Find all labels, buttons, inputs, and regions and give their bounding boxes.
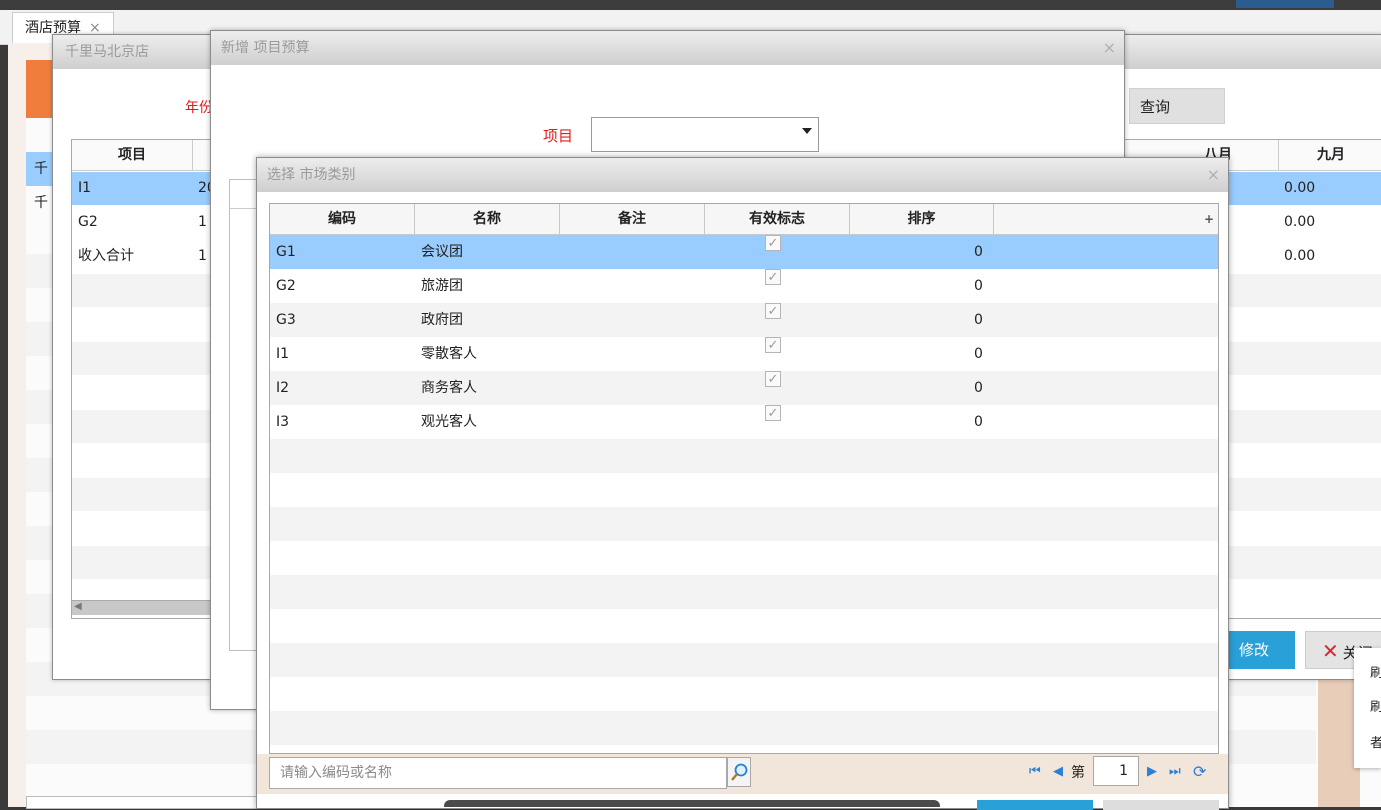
item-select[interactable]: [591, 117, 819, 152]
column-menu-icon[interactable]: +: [1204, 204, 1214, 234]
cell-sep: 0.00: [1284, 180, 1316, 196]
side-popup-menu: 刷 刷 者: [1354, 648, 1381, 768]
cell-order: 0: [974, 312, 983, 328]
table-row: [270, 507, 1218, 541]
column-note-header[interactable]: 备注: [560, 204, 705, 234]
cell-name: 旅游团: [421, 278, 463, 294]
cell-code: G1: [276, 244, 296, 260]
cell-name: 零散客人: [421, 346, 477, 362]
cell-order: 0: [974, 346, 983, 362]
base-row-label: 千: [34, 195, 48, 211]
market-category-grid: 编码 名称 备注 有效标志 排序 + G1 会议团 ✓ 0 G2 旅游团 ✓ 0…: [269, 203, 1219, 754]
table-row: [270, 643, 1218, 677]
cell-name: 商务客人: [421, 380, 477, 396]
page-number-input[interactable]: 1: [1093, 756, 1139, 786]
horizontal-scrollbar[interactable]: ◀: [72, 600, 212, 615]
table-row: [270, 439, 1218, 473]
cell-item: G2: [78, 214, 98, 230]
close-icon[interactable]: ×: [1103, 31, 1116, 65]
last-page-icon[interactable]: ⏭: [1169, 764, 1181, 779]
refresh-icon[interactable]: ⟳: [1193, 762, 1206, 781]
column-valid-header[interactable]: 有效标志: [705, 204, 850, 234]
cell-sep: 0.00: [1284, 248, 1316, 264]
grid-header: 编码 名称 备注 有效标志 排序 +: [270, 204, 1218, 235]
menu-item[interactable]: 刷: [1370, 662, 1381, 681]
table-row: [270, 575, 1218, 609]
market-category-dialog: 选择 市场类别 × 编码 名称 备注 有效标志 排序 + G1 会议团 ✓ 0 …: [256, 157, 1229, 810]
market-dialog-title[interactable]: 选择 市场类别 ×: [257, 158, 1228, 192]
top-bar: [0, 0, 1381, 10]
cell-item: I1: [78, 180, 92, 196]
valid-checkbox[interactable]: ✓: [765, 371, 781, 387]
valid-checkbox[interactable]: ✓: [765, 235, 781, 251]
cell-order: 0: [974, 278, 983, 294]
valid-checkbox[interactable]: ✓: [765, 269, 781, 285]
table-row[interactable]: I2 商务客人 ✓ 0: [270, 371, 1218, 405]
market-dialog-title-text: 选择 市场类别: [267, 167, 356, 183]
search-input[interactable]: [269, 757, 727, 789]
cell-order: 0: [974, 414, 983, 430]
base-orange-button[interactable]: [26, 60, 54, 118]
next-page-icon[interactable]: ▶: [1147, 764, 1157, 779]
store-window-title-text: 千里马北京店: [65, 44, 149, 60]
top-action-button[interactable]: [1236, 0, 1334, 8]
table-row[interactable]: I3 观光客人 ✓ 0: [270, 405, 1218, 439]
chevron-down-icon: [802, 128, 812, 134]
cell-name: 会议团: [421, 244, 463, 260]
cell-year: 1: [198, 248, 207, 264]
table-row[interactable]: G3 政府团 ✓ 0: [270, 303, 1218, 337]
table-row: [270, 711, 1218, 745]
column-item-header[interactable]: 项目: [72, 140, 193, 170]
dialog-footer: ⏮ ◀ 第 1 ▶ ⏭ ⟳: [257, 754, 1228, 794]
search-icon: [731, 763, 748, 781]
cell-order: 0: [974, 244, 983, 260]
menu-item[interactable]: 刷: [1370, 696, 1381, 715]
menu-item[interactable]: 者: [1370, 732, 1381, 751]
item-field-label: 项目: [543, 127, 574, 145]
close-icon: ✕: [1322, 639, 1339, 663]
search-button[interactable]: [727, 757, 751, 787]
cell-name: 观光客人: [421, 414, 477, 430]
cell-year: 1: [198, 214, 207, 230]
cancel-button[interactable]: [1103, 800, 1219, 810]
cell-name: 政府团: [421, 312, 463, 328]
page-label: 第: [1071, 765, 1085, 781]
budget-window-title[interactable]: 新增 项目预算 ×: [211, 31, 1124, 65]
scroll-left-icon[interactable]: ◀: [74, 601, 82, 612]
cell-code: I2: [276, 380, 290, 396]
cell-code: I3: [276, 414, 290, 430]
first-page-icon[interactable]: ⏮: [1029, 764, 1041, 779]
cell-sep: 0.00: [1284, 214, 1316, 230]
table-row[interactable]: I1 零散客人 ✓ 0: [270, 337, 1218, 371]
cell-code: G3: [276, 312, 296, 328]
budget-window-title-text: 新增 项目预算: [221, 40, 310, 56]
valid-checkbox[interactable]: ✓: [765, 405, 781, 421]
cell-order: 0: [974, 380, 983, 396]
base-row-label: 千: [34, 161, 48, 177]
valid-checkbox[interactable]: ✓: [765, 337, 781, 353]
confirm-button[interactable]: [977, 800, 1093, 810]
table-row[interactable]: G2 旅游团 ✓ 0: [270, 269, 1218, 303]
cell-code: I1: [276, 346, 290, 362]
cell-code: G2: [276, 278, 296, 294]
prev-page-icon[interactable]: ◀: [1053, 764, 1063, 779]
base-search-input[interactable]: [26, 796, 258, 809]
cell-item: 收入合计: [78, 248, 134, 264]
table-row[interactable]: G1 会议团 ✓ 0: [270, 235, 1218, 269]
close-icon[interactable]: ×: [1207, 158, 1220, 192]
bottom-overlay-bar: [444, 800, 940, 807]
column-name-header[interactable]: 名称: [415, 204, 560, 234]
column-order-header[interactable]: 排序: [850, 204, 994, 234]
column-code-header[interactable]: 编码: [270, 204, 415, 234]
query-button[interactable]: 查询: [1129, 88, 1225, 124]
column-sep-header[interactable]: 九月: [1279, 140, 1381, 170]
year-label: 年份: [185, 100, 213, 116]
valid-checkbox[interactable]: ✓: [765, 303, 781, 319]
